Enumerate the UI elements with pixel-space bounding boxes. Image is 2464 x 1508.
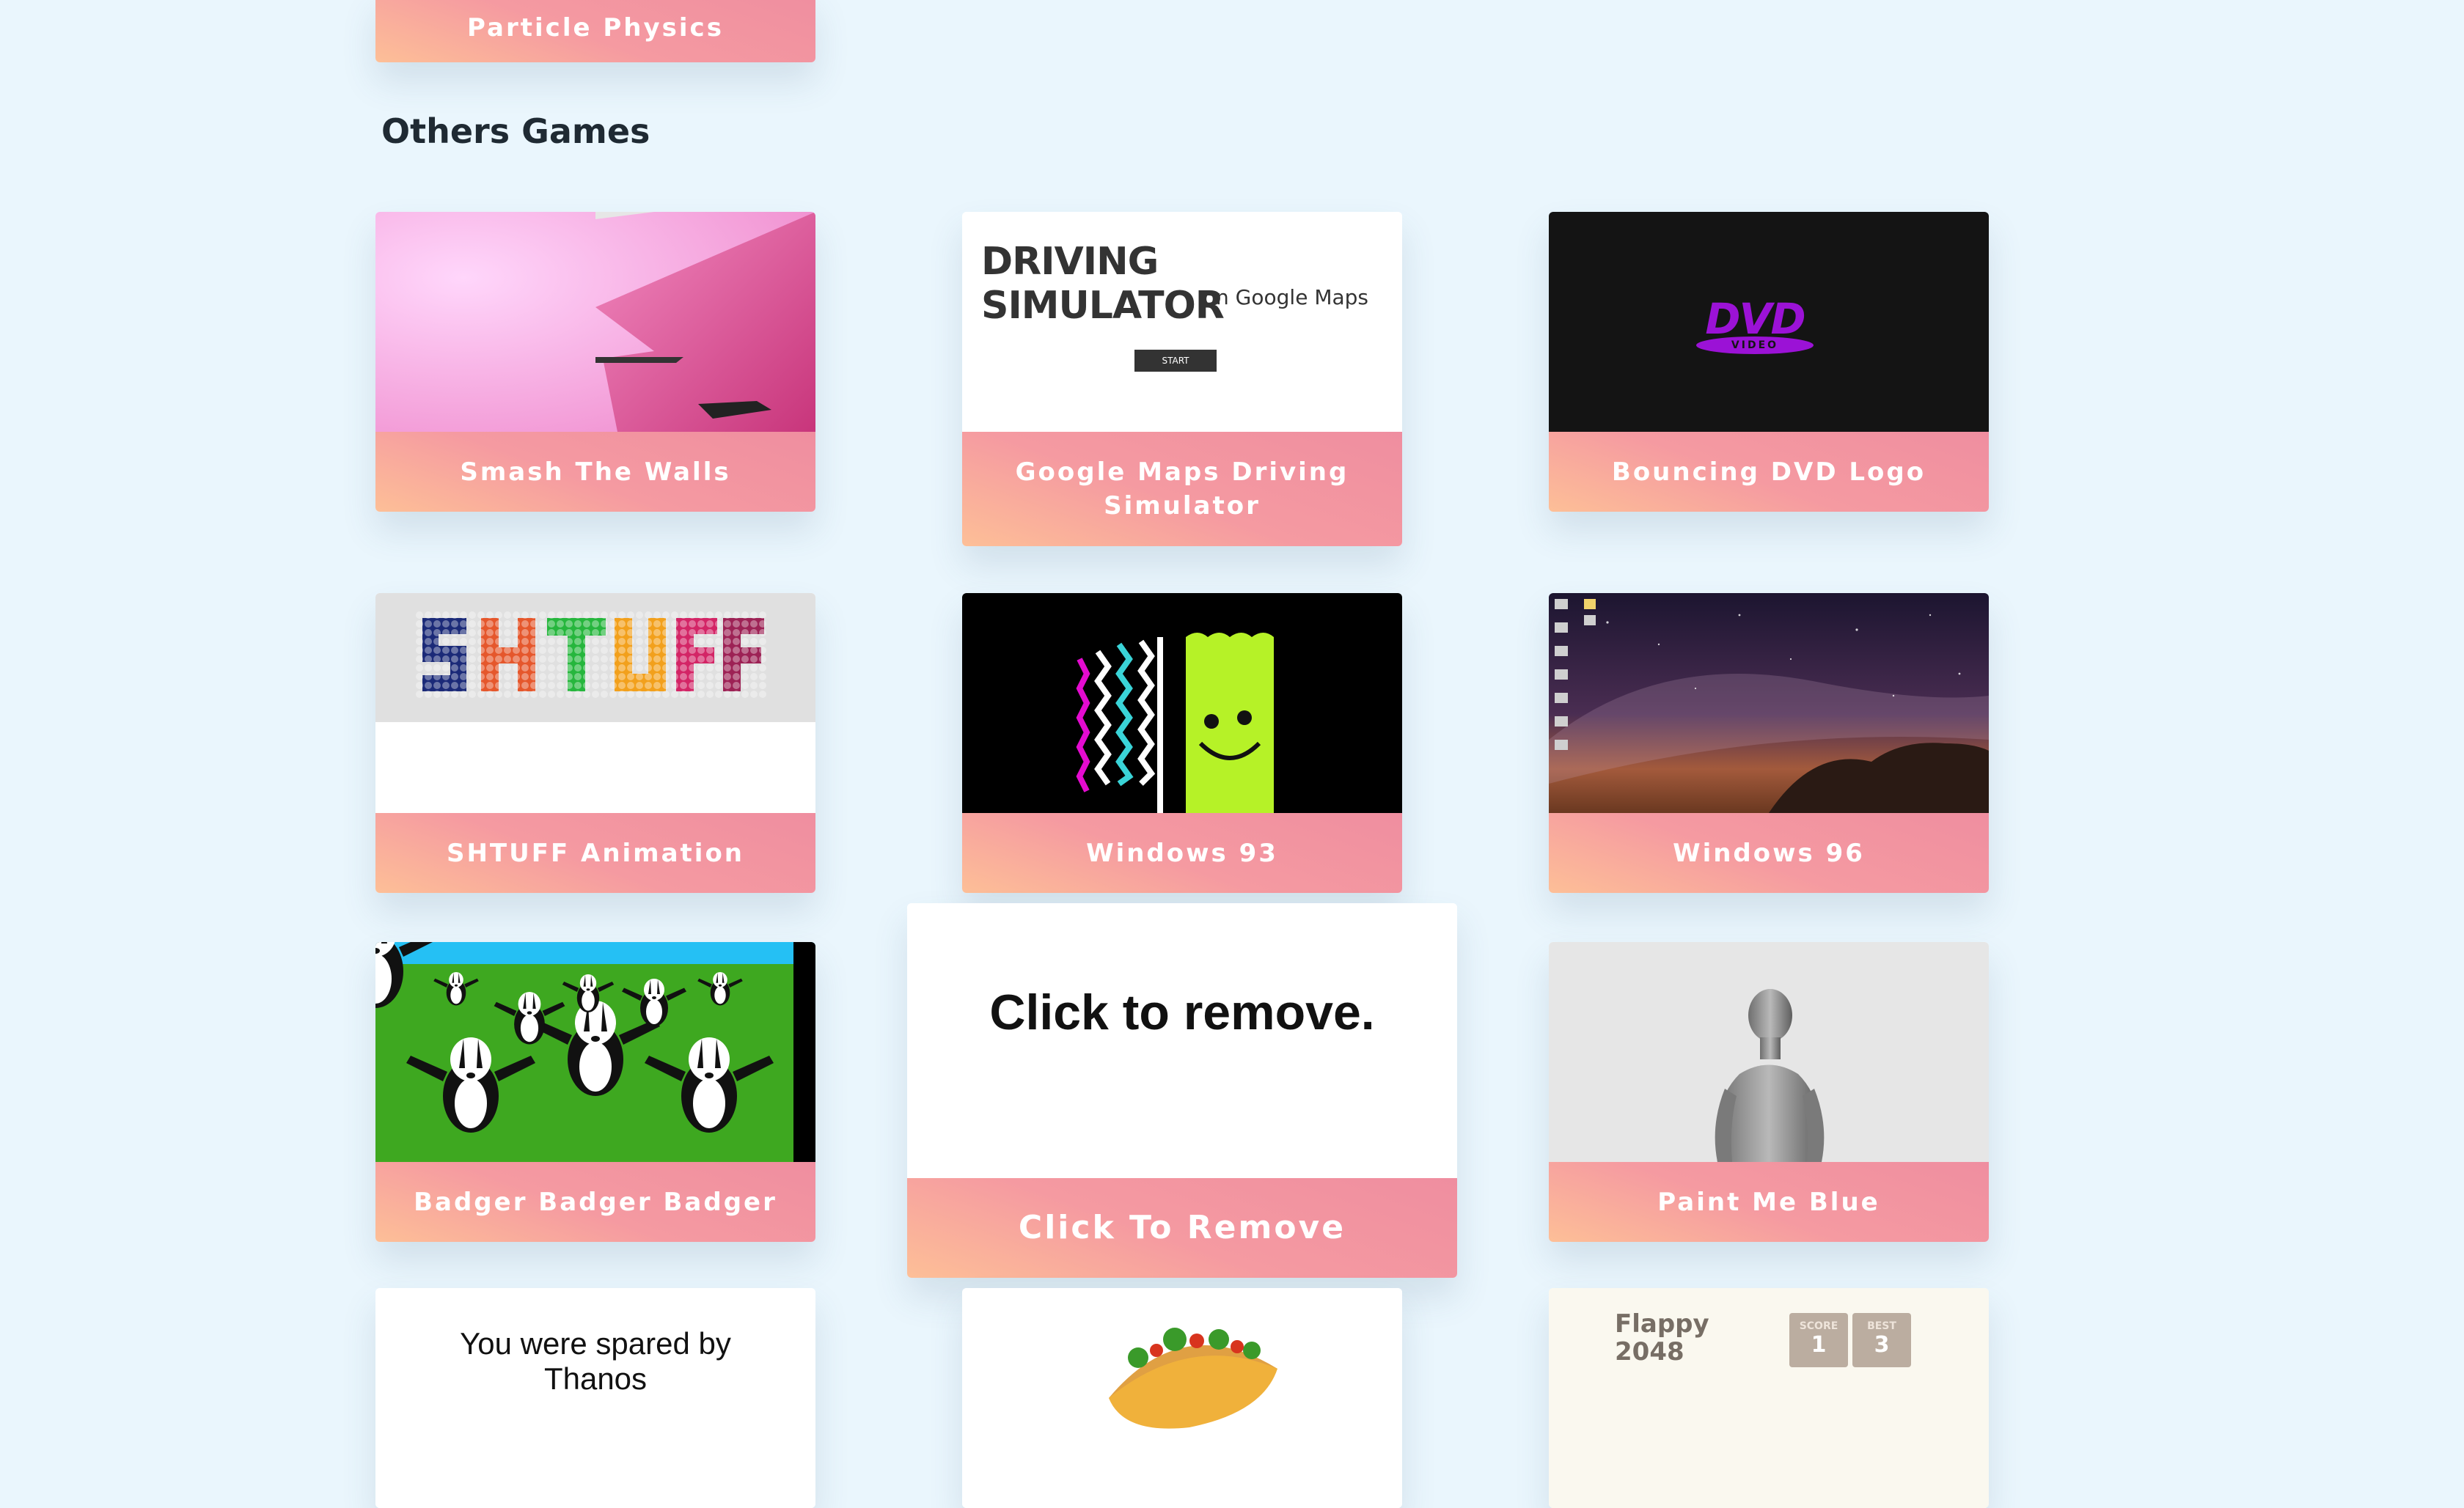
game-card-label: Paint Me Blue bbox=[1549, 1162, 1989, 1242]
game-card-label: Google Maps Driving Simulator bbox=[962, 432, 1402, 546]
thumb-text: You were spared by Thanos bbox=[460, 1326, 731, 1396]
game-card-label: Windows 96 bbox=[1549, 813, 1989, 893]
game-card-shtuff-animation[interactable]: SHTUFF Animation bbox=[375, 593, 815, 893]
game-thumbnail: Click to remove. bbox=[907, 903, 1457, 1178]
thumb-text: Click to remove. bbox=[989, 985, 1375, 1040]
game-card-click-to-remove[interactable]: Click to remove. Click To Remove bbox=[907, 903, 1457, 1278]
thumb-subtitle: on Google Maps bbox=[1203, 285, 1368, 309]
game-card-label: Particle Physics bbox=[375, 0, 815, 62]
game-thumbnail bbox=[1549, 593, 1989, 813]
game-thumbnail bbox=[962, 1288, 1402, 1508]
taco-icon bbox=[1109, 1328, 1277, 1429]
game-card-bouncing-dvd-logo[interactable]: DVD VIDEO Bouncing DVD Logo bbox=[1549, 212, 1989, 512]
game-thumbnail: Flappy 2048 SCORE 1 BEST 3 bbox=[1549, 1288, 1989, 1508]
game-card-thanos[interactable]: You were spared by Thanos bbox=[375, 1288, 815, 1508]
game-thumbnail: DRIVING SIMULATOR on Google Maps START bbox=[962, 212, 1402, 432]
game-card-label: Windows 93 bbox=[962, 813, 1402, 893]
game-card-smash-the-walls[interactable]: Smash The Walls bbox=[375, 212, 815, 512]
game-thumbnail bbox=[375, 942, 815, 1162]
thumb-title: Flappy 2048 bbox=[1615, 1309, 1709, 1367]
game-card-windows-93[interactable]: Windows 93 bbox=[962, 593, 1402, 893]
game-thumbnail bbox=[375, 593, 815, 813]
game-card-badger-badger-badger[interactable]: Badger Badger Badger bbox=[375, 942, 815, 1242]
game-thumbnail bbox=[962, 593, 1402, 813]
game-card-windows-96[interactable]: Windows 96 bbox=[1549, 593, 1989, 893]
game-thumbnail bbox=[1549, 942, 1989, 1162]
shtuff-logo bbox=[415, 611, 767, 699]
dvd-logo-icon: DVD VIDEO bbox=[1693, 298, 1817, 357]
game-card-label: Smash The Walls bbox=[375, 432, 815, 512]
score-box: SCORE 1 bbox=[1789, 1313, 1848, 1367]
game-thumbnail: You were spared by Thanos bbox=[375, 1288, 815, 1508]
game-thumbnail bbox=[375, 212, 815, 432]
game-card-label: SHTUFF Animation bbox=[375, 813, 815, 893]
game-card-label: Badger Badger Badger bbox=[375, 1162, 815, 1242]
game-card-label: Bouncing DVD Logo bbox=[1549, 432, 1989, 512]
game-thumbnail: DVD VIDEO bbox=[1549, 212, 1989, 432]
thumb-title: DRIVING SIMULATOR bbox=[981, 240, 1225, 328]
game-card-particle-physics[interactable]: Particle Physics bbox=[375, 0, 815, 62]
best-box: BEST 3 bbox=[1852, 1313, 1911, 1367]
game-card-taco[interactable] bbox=[962, 1288, 1402, 1508]
section-title: Others Games bbox=[381, 111, 650, 151]
game-card-google-maps-driving[interactable]: DRIVING SIMULATOR on Google Maps START G… bbox=[962, 212, 1402, 546]
thumb-start-button: START bbox=[1134, 350, 1217, 372]
game-card-label: Click To Remove bbox=[907, 1178, 1457, 1278]
game-card-paint-me-blue[interactable]: Paint Me Blue bbox=[1549, 942, 1989, 1242]
game-card-flappy-2048[interactable]: Flappy 2048 SCORE 1 BEST 3 bbox=[1549, 1288, 1989, 1508]
